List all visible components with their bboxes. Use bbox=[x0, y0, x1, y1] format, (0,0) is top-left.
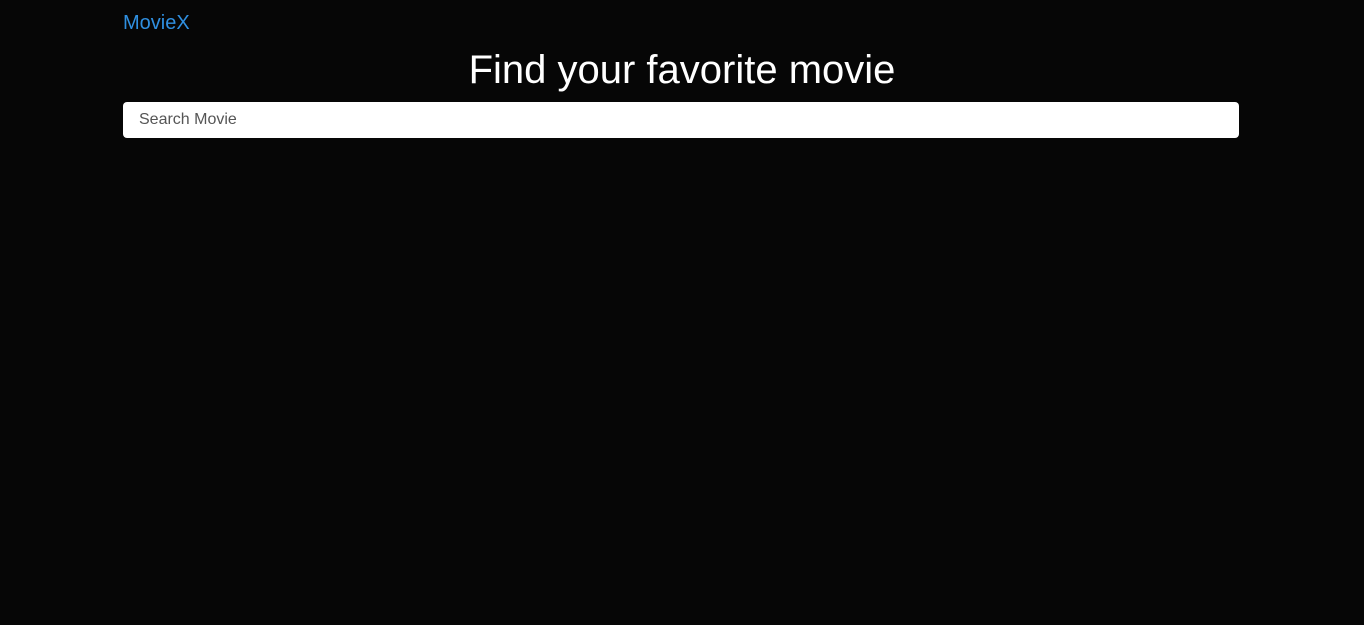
app-page: MovieX Find your favorite movie bbox=[0, 0, 1364, 625]
brand-logo-link[interactable]: MovieX bbox=[123, 11, 190, 35]
page-title: Find your favorite movie bbox=[468, 48, 896, 92]
search-input[interactable] bbox=[123, 102, 1239, 138]
